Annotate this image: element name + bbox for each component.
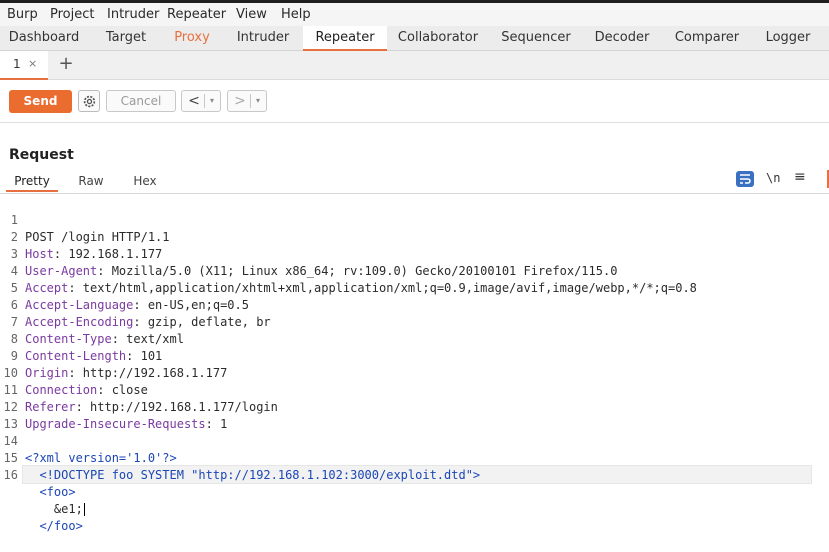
tab-dashboard[interactable]: Dashboard (4, 26, 84, 50)
chevron-right-icon: > (234, 93, 246, 109)
code-line: 5 Accept-Language: en-US,en;q=0.5 (0, 263, 829, 312)
code-line: 8 Content-Length: 101 (0, 314, 829, 363)
chevron-left-icon: < (188, 93, 200, 109)
menu-view[interactable]: View (236, 7, 267, 22)
request-editor[interactable]: 1 POST /login HTTP/1.1 2 Host: 192.168.1… (0, 195, 829, 533)
back-button[interactable]: < ▾ (181, 90, 221, 112)
code-line: 4 Accept: text/html,application/xhtml+xm… (0, 246, 829, 295)
text-caret (83, 503, 85, 516)
code-line: 7 Content-Type: text/xml (0, 297, 829, 346)
button-divider (204, 94, 205, 108)
line-text: &e1; (25, 501, 85, 518)
code-line: 1 POST /login HTTP/1.1 (0, 195, 829, 244)
code-line: 16 <foo> (0, 450, 829, 499)
chevron-down-icon[interactable]: ▾ (252, 91, 264, 111)
tab-repeater[interactable]: Repeater (303, 26, 387, 51)
repeater-subtab-bar: 1 × + (0, 51, 829, 80)
repeater-toolbar: Send Cancel < ▾ > ▾ (0, 80, 829, 123)
tab-pretty[interactable]: Pretty (6, 171, 58, 192)
tab-decoder[interactable]: Decoder (589, 26, 655, 50)
menu-icon[interactable]: ≡ (794, 169, 806, 185)
wrap-lines-icon[interactable] (736, 171, 754, 187)
code-line: 2 Host: 192.168.1.177 (0, 212, 829, 261)
tab-comparer[interactable]: Comparer (670, 26, 744, 50)
code-line: 3 User-Agent: Mozilla/5.0 (X11; Linux x8… (0, 229, 829, 278)
entity-reference: &e1; (25, 502, 83, 516)
tab-hex[interactable]: Hex (124, 171, 166, 192)
menu-help[interactable]: Help (281, 7, 311, 22)
forward-button[interactable]: > ▾ (227, 90, 267, 112)
add-tab-icon[interactable]: + (58, 53, 74, 74)
main-tab-bar: Dashboard Target Proxy Intruder Repeater… (0, 26, 829, 51)
code-line: 13 (0, 399, 829, 431)
tab-proxy[interactable]: Proxy (168, 26, 216, 50)
tab-raw[interactable]: Raw (72, 171, 110, 192)
close-icon[interactable]: × (28, 57, 37, 70)
tab-collaborator[interactable]: Collaborator (393, 26, 483, 50)
tab-logger[interactable]: Logger (760, 26, 816, 50)
newline-icon[interactable]: \n (766, 171, 780, 185)
code-line: </foo> (0, 484, 829, 533)
tab-target[interactable]: Target (98, 26, 154, 50)
menu-intruder[interactable]: Intruder (107, 7, 159, 22)
code-line: 12 Upgrade-Insecure-Requests: 1 (0, 382, 829, 431)
code-line: 6 Accept-Encoding: gzip, deflate, br (0, 280, 829, 329)
menu-burp[interactable]: Burp (7, 7, 38, 22)
button-divider (250, 94, 251, 108)
tab-intruder[interactable]: Intruder (230, 26, 296, 50)
request-title: Request (9, 147, 74, 163)
send-button[interactable]: Send (9, 90, 72, 113)
menu-repeater[interactable]: Repeater (167, 7, 226, 22)
code-line: 14 <?xml version='1.0'?> (0, 416, 829, 465)
cancel-button[interactable]: Cancel (106, 90, 176, 112)
repeater-tab-label: 1 (13, 57, 21, 71)
xml-close-tag: </foo> (25, 519, 83, 533)
menu-project[interactable]: Project (50, 7, 94, 22)
code-line: 15 <!DOCTYPE foo SYSTEM "http://192.168.… (0, 433, 829, 482)
code-line: 9 Origin: http://192.168.1.177 (0, 331, 829, 380)
menu-bar: Burp Project Intruder Repeater View Help (0, 3, 829, 26)
repeater-tab-1[interactable]: 1 × (0, 51, 48, 80)
code-line: 10 Connection: close (0, 348, 829, 397)
chevron-down-icon[interactable]: ▾ (206, 91, 218, 111)
code-line: 11 Referer: http://192.168.1.177/login (0, 365, 829, 414)
request-view-tabs: Pretty Raw Hex (0, 171, 829, 194)
code-line: &e1; (0, 467, 829, 516)
gear-icon[interactable] (78, 90, 100, 112)
tab-sequencer[interactable]: Sequencer (497, 26, 575, 50)
